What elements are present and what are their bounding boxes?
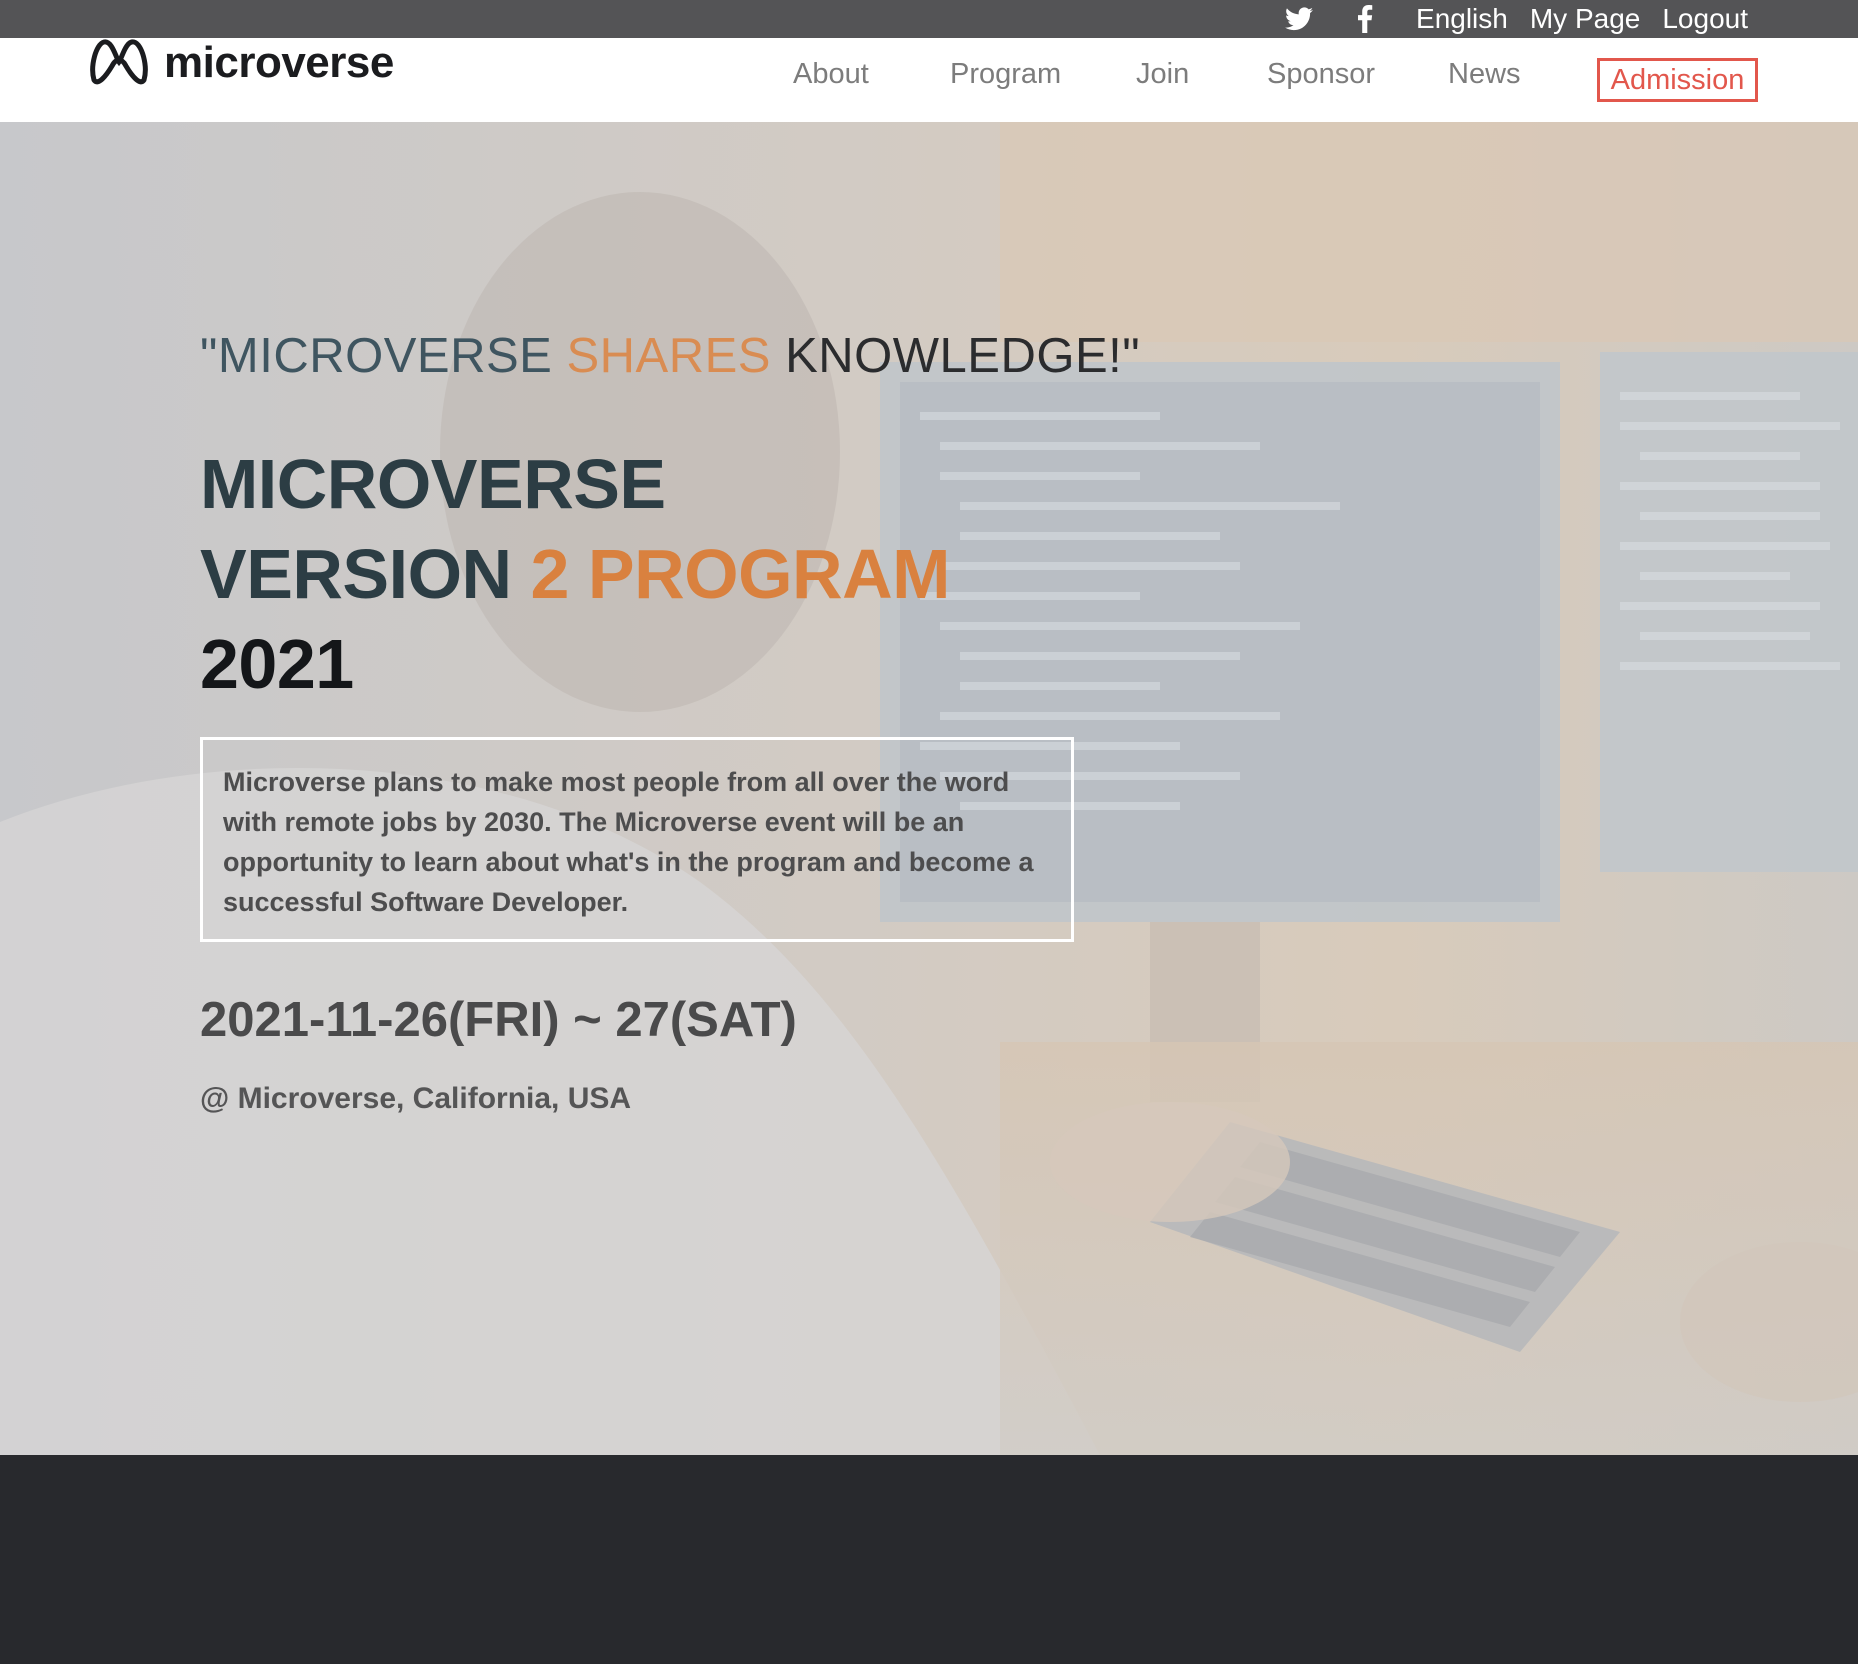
nav-join[interactable]: Join (1136, 58, 1189, 91)
language-link[interactable]: English (1416, 0, 1508, 38)
nav-about[interactable]: About (793, 58, 869, 91)
tagline-part-3: KNOWLEDGE!" (785, 329, 1141, 383)
hero-section: "MICROVERSE SHARES KNOWLEDGE!" MICROVERS… (0, 122, 1858, 1455)
tagline-part-2: SHARES (566, 329, 786, 383)
dark-section (0, 1455, 1858, 1664)
hero-tagline: "MICROVERSE SHARES KNOWLEDGE!" (200, 328, 1140, 384)
title-line-2-part-2: 2 PROGRAM (530, 535, 951, 613)
hero-title-line-2: VERSION 2 PROGRAM (200, 534, 950, 614)
tagline-part-1: "MICROVERSE (200, 329, 567, 383)
top-bar-links: English My Page Logout (1284, 0, 1748, 38)
event-date: 2021-11-26(FRI) ~ 27(SAT) (200, 993, 797, 1047)
main-nav: About Program Join Sponsor News Admissio… (0, 38, 1858, 122)
admission-button[interactable]: Admission (1597, 58, 1758, 102)
logout-link[interactable]: Logout (1662, 0, 1748, 38)
nav-news[interactable]: News (1448, 58, 1521, 91)
top-utility-bar: English My Page Logout (0, 0, 1858, 38)
twitter-icon[interactable] (1284, 4, 1314, 34)
my-page-link[interactable]: My Page (1530, 0, 1641, 38)
hero-description: Microverse plans to make most people fro… (200, 737, 1074, 942)
event-location: @ Microverse, California, USA (200, 1082, 632, 1115)
main-header: microverse About Program Join Sponsor Ne… (0, 38, 1858, 122)
hero-title-line-3: 2021 (200, 625, 354, 703)
hero-title-line-1: MICROVERSE (200, 445, 666, 523)
nav-sponsor[interactable]: Sponsor (1267, 58, 1375, 91)
nav-program[interactable]: Program (950, 58, 1061, 91)
facebook-icon[interactable] (1350, 4, 1380, 34)
title-line-2-part-1: VERSION (200, 535, 531, 613)
